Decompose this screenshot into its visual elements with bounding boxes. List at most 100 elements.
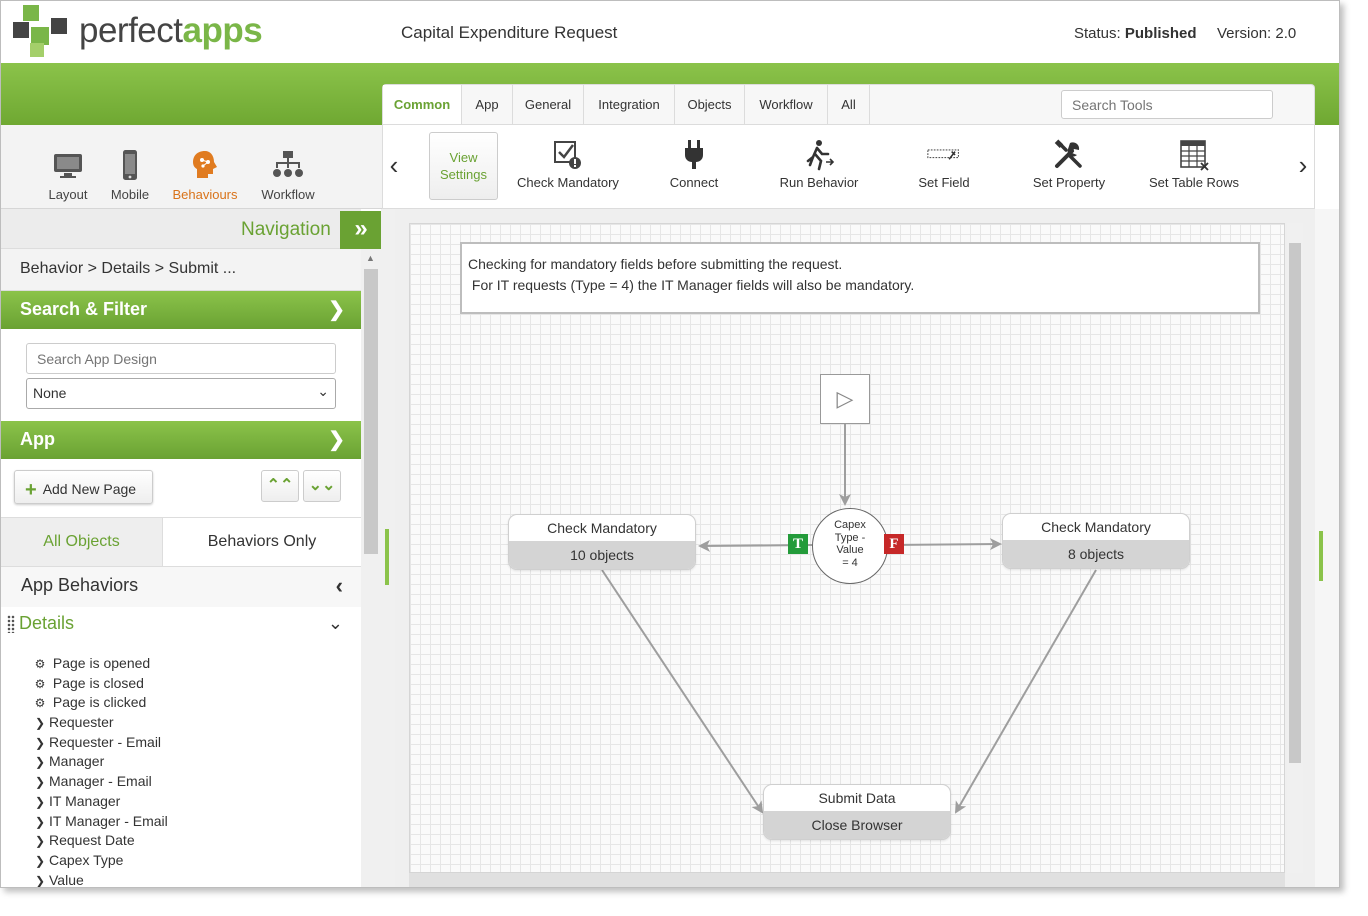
chevron-down-icon: ❯ (328, 299, 345, 321)
tool-ribbon: ‹ View Settings Check Mandatory Connect … (382, 124, 1315, 209)
tool-run-behavior[interactable]: Run Behavior (759, 139, 879, 190)
tab-common[interactable]: Common (383, 85, 462, 125)
panel-splitter[interactable] (381, 209, 395, 887)
tree-item-label: Capex Type (49, 851, 124, 868)
ribbon-prev-button[interactable]: ‹ (383, 125, 405, 208)
splitter-grip-icon[interactable] (385, 529, 389, 585)
app-title: Capital Expenditure Request (401, 23, 618, 42)
search-filter-header[interactable]: Search & Filter ❯ (1, 291, 361, 329)
search-app-design-input[interactable] (26, 343, 336, 374)
move-up-button[interactable]: ⌃⌃ (261, 470, 299, 502)
object-filter-tabs: All Objects Behaviors Only (1, 517, 361, 567)
gear-icon: ⚙ (34, 676, 46, 691)
details-group-header[interactable]: Details ⌄ (1, 607, 361, 641)
mode-layout-button[interactable]: Layout (33, 149, 103, 202)
tab-all[interactable]: All (828, 85, 870, 125)
mode-mobile-button[interactable]: Mobile (95, 149, 165, 202)
chevron-right-icon: ❯ (34, 775, 46, 790)
decision-node[interactable]: Capex Type - Value = 4 (812, 508, 888, 584)
tab-objects[interactable]: Objects (675, 85, 745, 125)
tool-check-mandatory[interactable]: Check Mandatory (508, 139, 628, 190)
right-panel-collapsed[interactable] (1315, 209, 1339, 887)
tool-set-property[interactable]: Set Property (1009, 139, 1129, 190)
status-value: Published (1124, 25, 1197, 42)
decision-text: Value (836, 544, 864, 556)
scrollbar-thumb[interactable] (1289, 243, 1301, 763)
list-item[interactable]: ❯ Manager - Email (31, 773, 168, 793)
table-icon (1180, 140, 1209, 171)
move-down-button[interactable]: ⌄⌄ (303, 470, 341, 502)
tab-app[interactable]: App (462, 85, 513, 125)
details-title: Details (19, 613, 75, 633)
tool-connect[interactable]: Connect (634, 139, 754, 190)
navigation-toggle-button[interactable]: » (340, 211, 382, 249)
chevron-right-icon: ❯ (34, 755, 46, 770)
scrollbar-thumb[interactable] (364, 269, 378, 554)
start-node[interactable]: ▷ (820, 374, 870, 424)
version-value: 2.0 (1275, 25, 1297, 42)
breadcrumb[interactable]: Behavior > Details > Submit ... (1, 249, 361, 291)
chevron-left-icon: ‹ (389, 150, 399, 180)
scroll-up-icon[interactable]: ▲ (366, 253, 375, 263)
tab-behaviors-only[interactable]: Behaviors Only (163, 518, 361, 566)
logo-word-apps: apps (182, 11, 263, 50)
list-item[interactable]: ❯ Requester - Email (31, 734, 168, 754)
check-mandatory-node-right[interactable]: Check Mandatory 8 objects (1002, 513, 1190, 569)
submit-data-node[interactable]: Submit Data Close Browser (763, 784, 951, 840)
monitor-icon (54, 154, 82, 178)
gear-icon: ⚙ (34, 696, 46, 711)
tab-workflow[interactable]: Workflow (745, 85, 828, 125)
tree-item-label: Manager (49, 753, 105, 770)
mode-toolbar: Layout Mobile Behaviours Workflow (1, 125, 382, 209)
tool-label: Run Behavior (779, 175, 859, 190)
splitter-grip-icon[interactable] (1319, 531, 1323, 581)
note-line: Checking for mandatory fields before sub… (468, 256, 843, 272)
tab-general[interactable]: General (513, 85, 584, 125)
list-item[interactable]: ❯ Request Date (31, 832, 168, 852)
list-item[interactable]: ❯ IT Manager (31, 793, 168, 813)
phone-icon (123, 150, 137, 180)
canvas-vertical-scrollbar[interactable] (1287, 223, 1303, 873)
list-item[interactable]: ⚙ Page is closed (31, 675, 168, 695)
list-item[interactable]: ⚙ Page is opened (31, 655, 168, 675)
chevron-left-icon[interactable]: ‹ (336, 573, 343, 599)
search-tools-input[interactable] (1061, 90, 1273, 119)
mode-label: Layout (48, 187, 88, 202)
list-item[interactable]: ❯ Manager (31, 753, 168, 773)
add-new-page-button[interactable]: + Add New Page (14, 470, 153, 504)
list-item[interactable]: ❯ Value (31, 872, 168, 887)
mode-label: Workflow (261, 187, 315, 202)
left-panel-scrollbar[interactable]: ▲ (361, 249, 381, 887)
tree-item-label: Page is closed (52, 674, 144, 691)
list-item[interactable]: ❯ Capex Type (31, 852, 168, 872)
tool-set-table-rows[interactable]: Set Table Rows (1134, 139, 1254, 190)
list-item[interactable]: ⚙ Page is clicked (31, 694, 168, 714)
app-behaviors-header[interactable]: App Behaviors ‹ (1, 567, 361, 607)
drag-grip-icon[interactable] (7, 615, 15, 633)
chevron-right-icon: › (1298, 150, 1308, 180)
tool-label: Check Mandatory (517, 175, 619, 190)
true-branch-badge[interactable]: T (788, 534, 808, 554)
view-settings-button[interactable]: View Settings (429, 132, 498, 200)
filter-select[interactable]: None ⌄ (26, 378, 336, 409)
list-item[interactable]: ❯ Requester (31, 714, 168, 734)
tree-item-label: Requester - Email (49, 733, 162, 750)
running-person-icon (806, 140, 835, 171)
false-branch-badge[interactable]: F (884, 534, 904, 554)
tab-integration[interactable]: Integration (584, 85, 675, 125)
ribbon-next-button[interactable]: › (1292, 125, 1314, 208)
connector-false-branch (887, 538, 1002, 551)
mode-workflow-button[interactable]: Workflow (253, 149, 323, 202)
tool-set-field[interactable]: Set Field (884, 139, 1004, 190)
canvas-note[interactable]: Checking for mandatory fields before sub… (460, 242, 1260, 314)
tab-all-objects[interactable]: All Objects (1, 518, 163, 566)
list-item[interactable]: ❯ IT Manager - Email (31, 813, 168, 833)
navigation-title: Navigation (241, 219, 331, 240)
behavior-canvas[interactable]: Checking for mandatory fields before sub… (409, 223, 1285, 873)
app-section-header[interactable]: App ❯ (1, 421, 361, 459)
check-mandatory-node-left[interactable]: Check Mandatory 10 objects (508, 514, 696, 570)
mode-behaviours-button[interactable]: Behaviours (170, 149, 240, 202)
canvas-horizontal-scrollbar[interactable] (409, 873, 1285, 887)
chevron-right-icon: ❯ (34, 735, 46, 750)
perfectapps-logo[interactable]: perfectapps (13, 5, 273, 57)
